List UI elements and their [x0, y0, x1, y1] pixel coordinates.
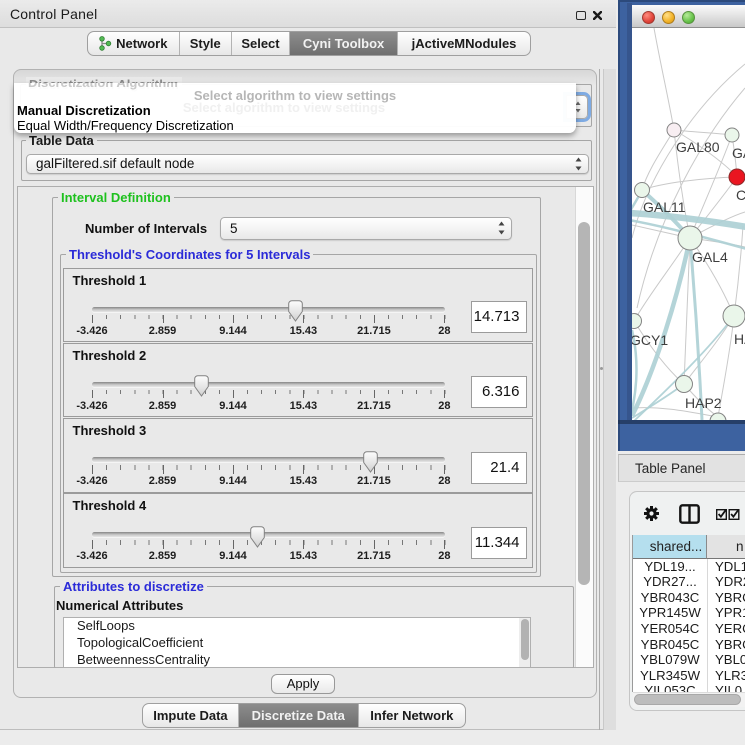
svg-text:GA: GA: [732, 145, 745, 161]
svg-text:GAL11: GAL11: [643, 199, 686, 215]
svg-text:GCY1: GCY1: [632, 332, 668, 348]
svg-text:GAL4: GAL4: [692, 249, 728, 265]
svg-text:C: C: [736, 187, 745, 203]
svg-text:GAL80: GAL80: [676, 139, 720, 155]
svg-text:HAP2: HAP2: [685, 395, 722, 411]
svg-text:HA: HA: [734, 331, 745, 347]
